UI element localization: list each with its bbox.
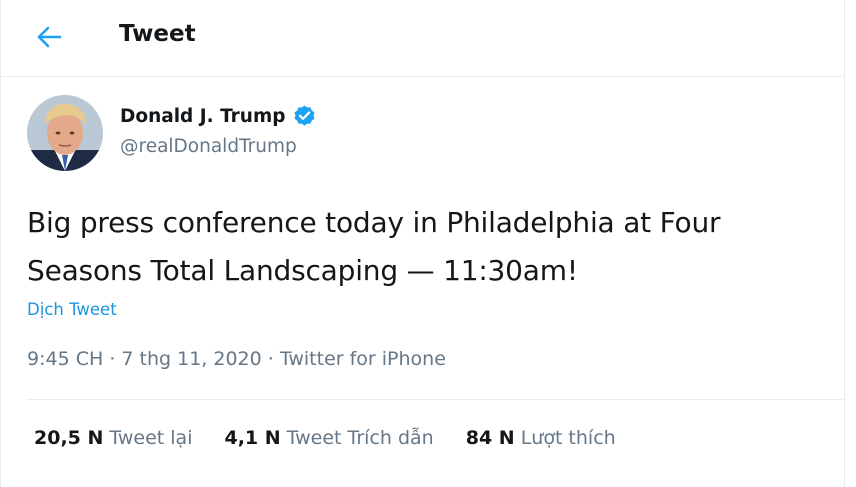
retweets-count: 20,5 N [34,427,104,449]
meta-separator: · [267,348,280,370]
likes-label: Lượt thích [520,427,616,449]
divider [27,399,843,400]
author-name[interactable]: Donald J. Trump [120,106,286,127]
likes-count: 84 N [465,427,515,449]
header-bar: Tweet [1,0,844,77]
page-title: Tweet [119,21,196,47]
tweet-detail-panel: Tweet Donald J. Trump @realDonaldTrump B… [0,0,845,487]
author-handle[interactable]: @realDonaldTrump [120,136,297,157]
quote-tweets-label: Tweet Trích dẫn [286,427,434,449]
meta-separator: · [109,348,122,370]
quote-tweets-count: 4,1 N [224,427,281,449]
retweets-stat[interactable]: 20,5 N Tweet lại [34,427,192,449]
profile-photo [27,95,103,171]
translate-tweet-link[interactable]: Dịch Tweet [27,300,117,319]
avatar[interactable] [27,95,103,171]
tweet-meta: 9:45 CH · 7 thg 11, 2020 · Twitter for i… [27,348,446,370]
verified-badge-icon [294,105,314,126]
quote-tweets-stat[interactable]: 4,1 N Tweet Trích dẫn [224,427,433,449]
arrow-left-icon [37,26,62,48]
tweet-source[interactable]: Twitter for iPhone [280,348,446,370]
tweet-stats: 20,5 N Tweet lại 4,1 N Tweet Trích dẫn 84 … [34,427,648,449]
tweet-time[interactable]: 9:45 CH [27,348,103,370]
tweet-text: Big press conference today in Philadelph… [27,206,721,287]
tweet-date[interactable]: 7 thg 11, 2020 [121,348,261,370]
author-name-row: Donald J. Trump [120,104,317,129]
retweets-label: Tweet lại [109,427,193,449]
back-button[interactable] [29,17,69,57]
likes-stat[interactable]: 84 N Lượt thích [466,427,616,449]
